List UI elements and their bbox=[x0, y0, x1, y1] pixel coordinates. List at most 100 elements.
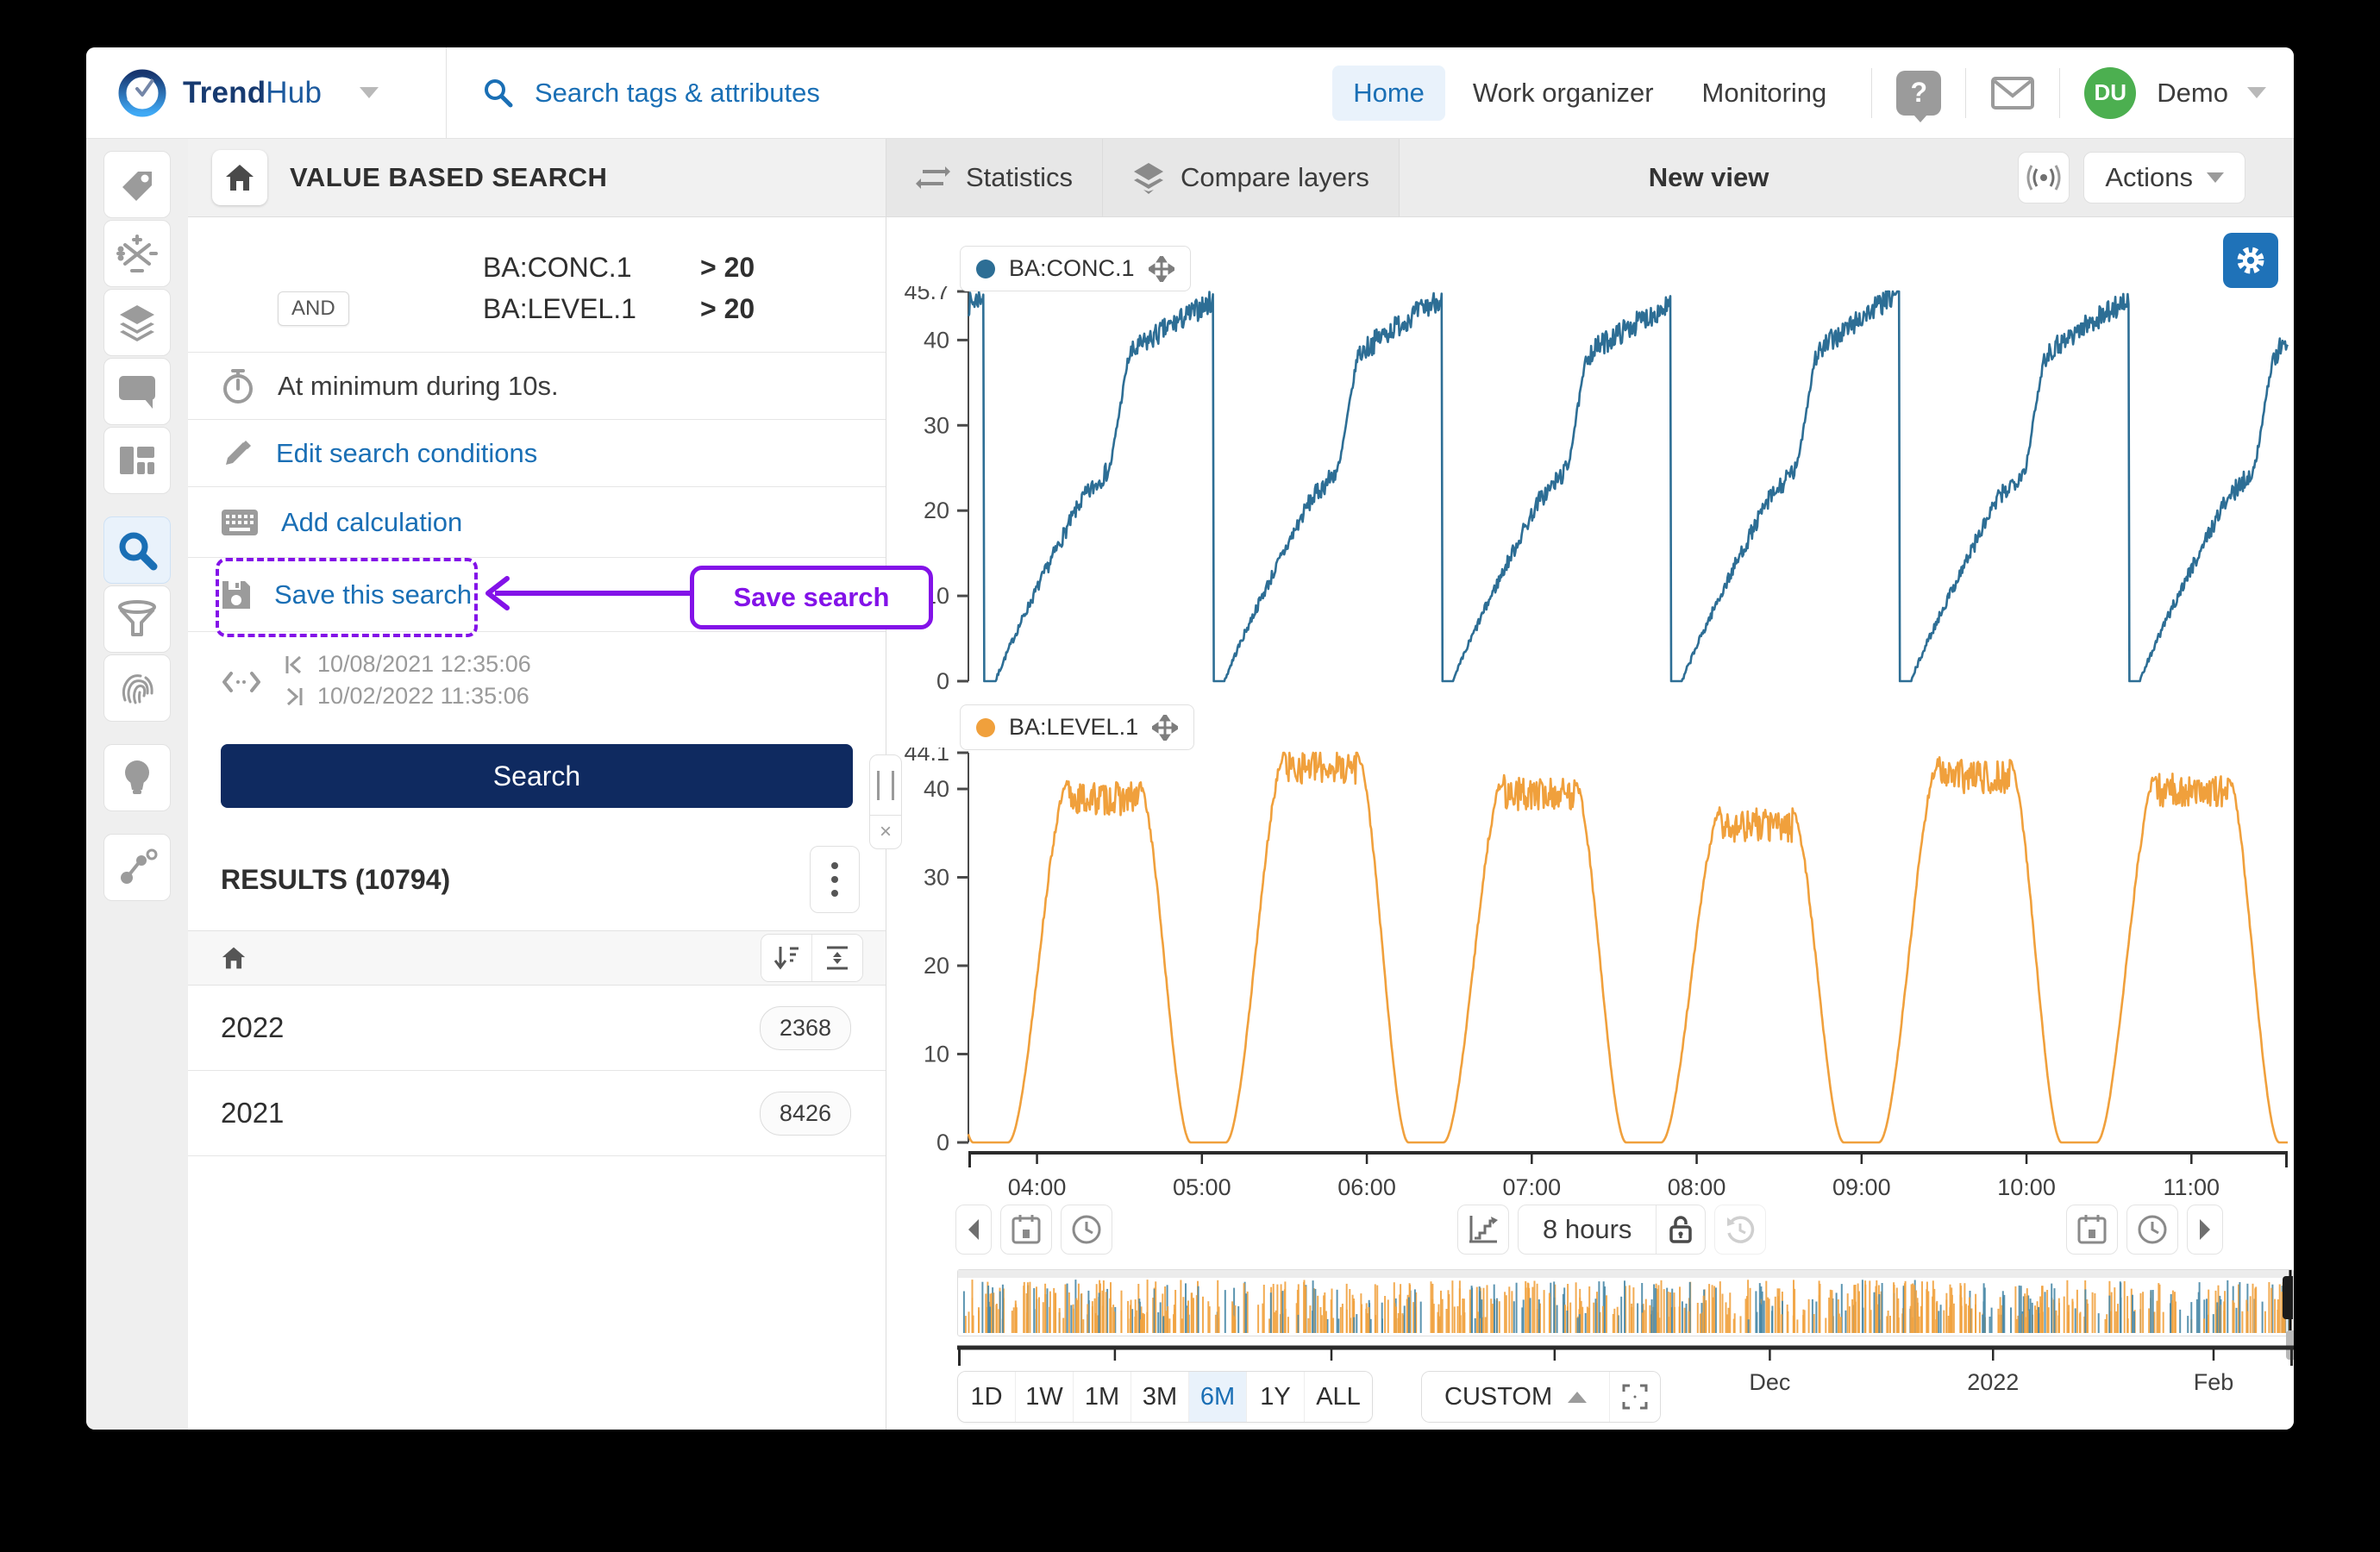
top-bar: TrendHub Home Work organizer Monitoring … bbox=[86, 47, 2294, 139]
move-handle-icon[interactable] bbox=[1148, 255, 1174, 282]
results-menu-button[interactable] bbox=[810, 846, 860, 913]
sidebar-item-tags[interactable] bbox=[103, 151, 171, 218]
search-period[interactable]: 10/08/2021 12:35:06 10/02/2022 11:35:06 bbox=[188, 632, 886, 718]
svg-text:0: 0 bbox=[936, 668, 949, 692]
comment-icon bbox=[116, 372, 158, 410]
sidebar-item-ideas[interactable] bbox=[103, 744, 171, 811]
sidebar-item-context[interactable] bbox=[103, 834, 171, 901]
svg-text:20: 20 bbox=[924, 498, 949, 523]
help-icon[interactable]: ? bbox=[1896, 70, 1942, 122]
svg-text:0: 0 bbox=[936, 1130, 949, 1153]
fit-selection-button[interactable] bbox=[1610, 1372, 1661, 1422]
condition-operator: > 20 bbox=[700, 292, 755, 324]
calendar-end-button[interactable] bbox=[2066, 1205, 2118, 1255]
panel-body: BA:CONC.1 > 20 AND BA:LEVEL.1 > 20 At mi… bbox=[188, 217, 886, 1430]
save-this-search-link: Save this search bbox=[274, 579, 473, 610]
svg-text:08:00: 08:00 bbox=[1668, 1174, 1726, 1200]
panel-collapse-button[interactable]: × bbox=[869, 815, 902, 849]
custom-range-button[interactable]: CUSTOM bbox=[1422, 1372, 1611, 1422]
panel-resize-handle[interactable] bbox=[869, 754, 902, 817]
legend-ba-conc1[interactable]: BA:CONC.1 bbox=[960, 246, 1191, 291]
range-1m-button[interactable]: 1M bbox=[1074, 1372, 1131, 1422]
chart-ba-level1[interactable]: 44.1 40 30 20 10 0 bbox=[886, 748, 2292, 1153]
search-input[interactable] bbox=[533, 76, 1054, 110]
divider bbox=[1871, 67, 1873, 118]
range-1y-button[interactable]: 1Y bbox=[1247, 1372, 1305, 1422]
sort-descending-button[interactable] bbox=[761, 935, 811, 981]
sidebar-item-search[interactable] bbox=[103, 516, 171, 584]
calendar-icon bbox=[1012, 1214, 1041, 1245]
range-6m-button[interactable]: 6M bbox=[1189, 1372, 1247, 1422]
nav-work-organizer[interactable]: Work organizer bbox=[1452, 66, 1675, 121]
chevron-down-icon[interactable] bbox=[360, 87, 379, 98]
grip-icon bbox=[877, 771, 894, 800]
time-span-label[interactable]: 8 hours bbox=[1519, 1214, 1656, 1245]
chart-ba-conc1[interactable]: 45.7403020100 bbox=[886, 286, 2292, 692]
panel-home-button[interactable] bbox=[212, 150, 267, 205]
search-button[interactable]: Search bbox=[221, 744, 853, 808]
chart-canvas: BA:CONC.1 45.7 40 30 20 10 0 BA:LEVEL.1 44.1 4… bbox=[886, 217, 2294, 1430]
legend-ba-level1[interactable]: BA:LEVEL.1 bbox=[960, 704, 1195, 750]
sidebar-item-calculations[interactable] bbox=[103, 220, 171, 287]
context-overview-strip[interactable] bbox=[957, 1269, 2294, 1360]
svg-text:Feb: Feb bbox=[2194, 1369, 2234, 1395]
series-name: BA:CONC.1 bbox=[1009, 255, 1135, 281]
result-row[interactable]: 2021 8426 bbox=[188, 1071, 886, 1156]
sidebar-item-layers[interactable] bbox=[103, 289, 171, 356]
actions-button[interactable]: Actions bbox=[2083, 152, 2245, 203]
result-label: 2022 bbox=[221, 1011, 285, 1043]
tab-statistics[interactable]: Statistics bbox=[886, 139, 1104, 216]
condition-join-chip[interactable]: AND bbox=[278, 291, 349, 326]
time-start-button[interactable] bbox=[1061, 1205, 1112, 1255]
lock-span-button[interactable] bbox=[1656, 1205, 1705, 1254]
duration-condition-row[interactable]: At minimum during 10s. bbox=[188, 353, 886, 420]
chevron-down-icon[interactable] bbox=[2247, 87, 2266, 98]
range-1w-button[interactable]: 1W bbox=[1016, 1372, 1074, 1422]
avatar[interactable]: DU bbox=[2084, 66, 2137, 119]
swap-arrows-icon bbox=[916, 163, 950, 192]
result-row[interactable]: 2022 2368 bbox=[188, 986, 886, 1071]
icon-rail bbox=[86, 139, 188, 1430]
sidebar-item-comments[interactable] bbox=[103, 358, 171, 425]
custom-label: CUSTOM bbox=[1444, 1382, 1553, 1411]
view-title: New view bbox=[1648, 162, 1769, 192]
nav-home[interactable]: Home bbox=[1332, 65, 1445, 121]
tab-compare-layers[interactable]: Compare layers bbox=[1103, 139, 1400, 216]
collapse-rows-button[interactable] bbox=[811, 935, 862, 981]
history-icon bbox=[1725, 1214, 1756, 1245]
chevron-up-icon bbox=[1568, 1391, 1588, 1403]
sidebar-item-dashboards[interactable] bbox=[103, 427, 171, 494]
condition-row[interactable]: AND BA:LEVEL.1 > 20 bbox=[221, 288, 853, 329]
broadcast-icon bbox=[2026, 164, 2061, 191]
value-based-search-panel: VALUE BASED SEARCH BA:CONC.1 > 20 AND BA… bbox=[188, 139, 886, 1430]
condition-row[interactable]: BA:CONC.1 > 20 bbox=[221, 247, 853, 288]
mail-icon[interactable] bbox=[1990, 75, 2035, 111]
condition-tag: BA:CONC.1 bbox=[483, 251, 632, 283]
sidebar-item-fingerprint[interactable] bbox=[103, 654, 171, 722]
logo-section[interactable]: TrendHub bbox=[86, 47, 447, 138]
pan-left-button[interactable] bbox=[955, 1205, 992, 1255]
trend-scale-button[interactable] bbox=[1457, 1205, 1509, 1255]
range-1d-button[interactable]: 1D bbox=[958, 1372, 1016, 1422]
live-broadcast-button[interactable] bbox=[2018, 152, 2070, 203]
step-chart-icon bbox=[1468, 1214, 1499, 1245]
range-3m-button[interactable]: 3M bbox=[1131, 1372, 1189, 1422]
sidebar-item-filter[interactable] bbox=[103, 585, 171, 653]
kebab-icon bbox=[830, 860, 839, 898]
time-range-presets: 1D 1W 1M 3M 6M 1Y ALL CUSTOM bbox=[957, 1371, 1662, 1423]
range-all-button[interactable]: ALL bbox=[1305, 1372, 1372, 1422]
nav-monitoring[interactable]: Monitoring bbox=[1682, 66, 1848, 121]
calendar-start-button[interactable] bbox=[1000, 1205, 1052, 1255]
user-name[interactable]: Demo bbox=[2157, 78, 2228, 109]
edit-search-conditions-row[interactable]: Edit search conditions bbox=[188, 420, 886, 487]
add-calculation-row[interactable]: Add calculation bbox=[188, 487, 886, 558]
history-back-button[interactable] bbox=[1714, 1205, 1767, 1255]
time-end-button[interactable] bbox=[2126, 1205, 2178, 1255]
svg-text:10:00: 10:00 bbox=[1997, 1174, 2056, 1200]
svg-text:05:00: 05:00 bbox=[1173, 1174, 1231, 1200]
chart-settings-button[interactable] bbox=[2223, 233, 2278, 288]
home-column-icon[interactable] bbox=[221, 946, 247, 970]
top-navigation: Home Work organizer Monitoring ? DU Demo bbox=[1332, 47, 2294, 138]
move-handle-icon[interactable] bbox=[1152, 714, 1179, 741]
pan-right-button[interactable] bbox=[2187, 1205, 2223, 1255]
